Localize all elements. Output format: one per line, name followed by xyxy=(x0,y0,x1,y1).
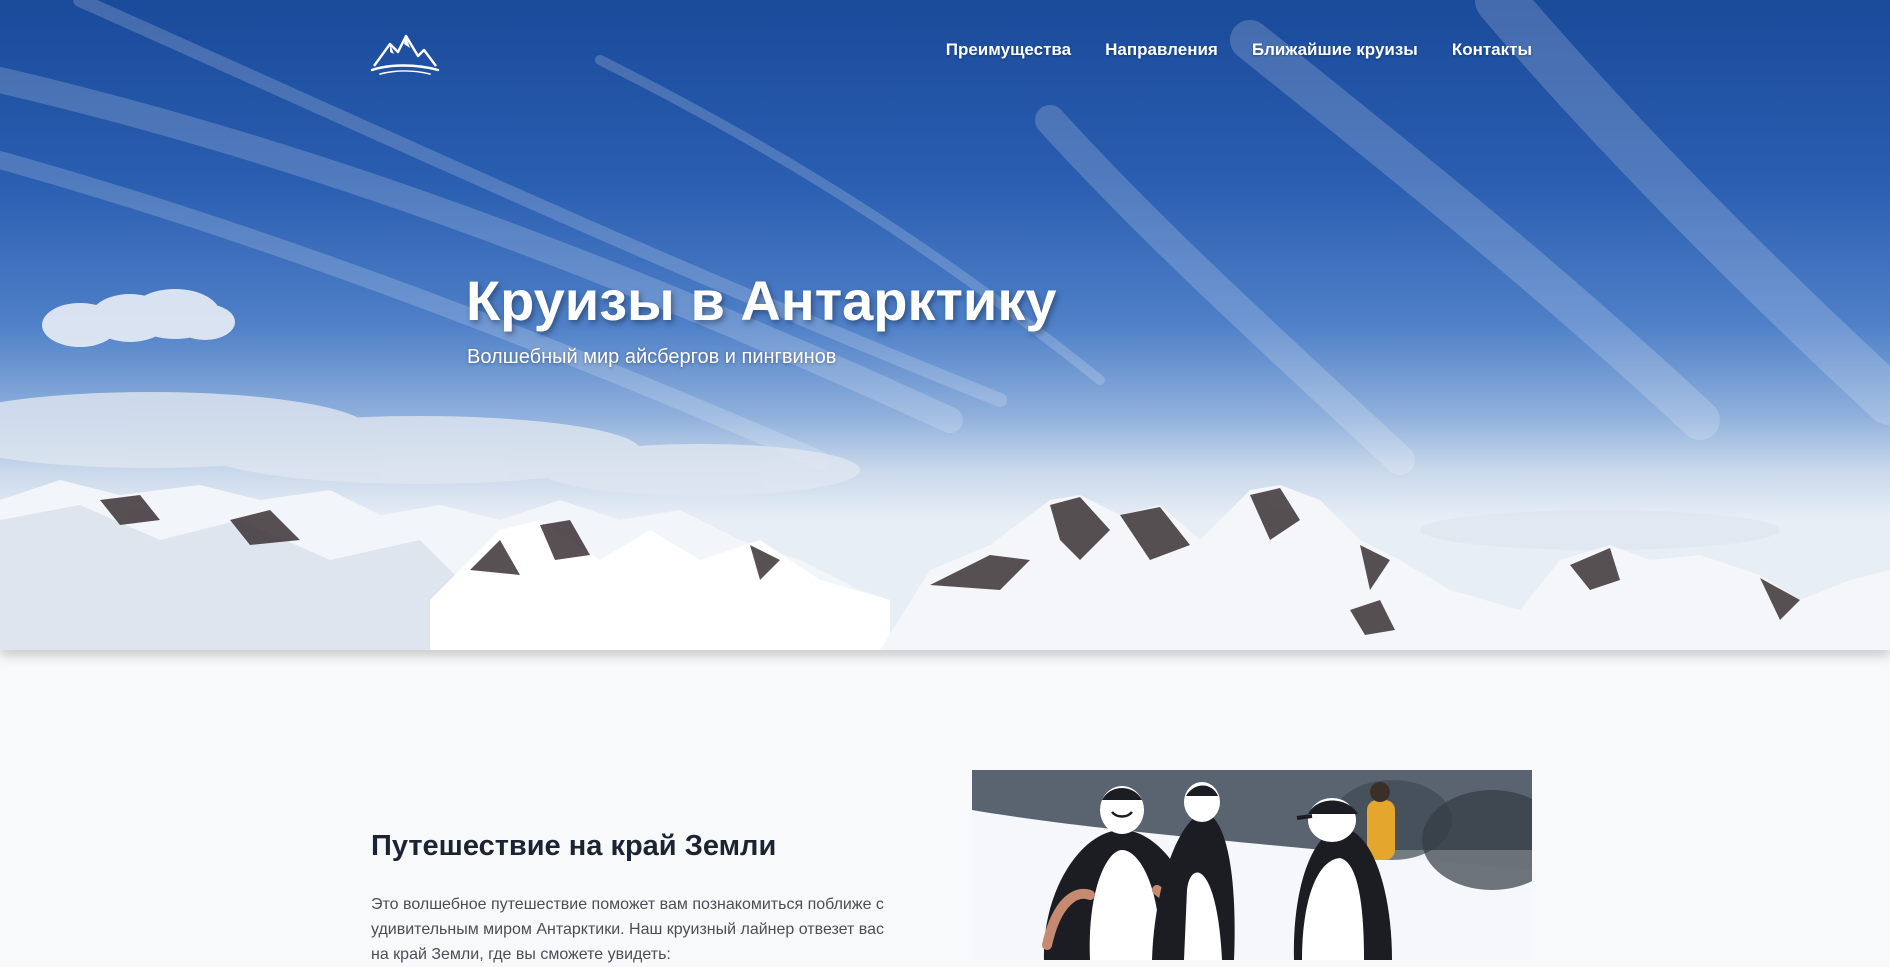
hero-title: Круизы в Антарктику xyxy=(466,269,1057,332)
about-section-title: Путешествие на край Земли xyxy=(371,830,777,862)
hero-subtitle: Волшебный мир айсбергов и пингвинов xyxy=(467,346,837,368)
nav-link-contacts[interactable]: Контакты xyxy=(1452,40,1532,60)
hero-section: Преимущества Направления Ближайшие круиз… xyxy=(0,0,1890,650)
nav-link-destinations[interactable]: Направления xyxy=(1105,40,1218,60)
nav-link-advantages[interactable]: Преимущества xyxy=(946,40,1071,60)
nav-link-upcoming-cruises[interactable]: Ближайшие круизы xyxy=(1252,40,1418,60)
about-section-text: Это волшебное путешествие поможет вам по… xyxy=(371,896,885,963)
main-nav: Преимущества Направления Ближайшие круиз… xyxy=(946,40,1532,60)
mountains-logo-icon[interactable] xyxy=(370,30,440,76)
penguins-photo xyxy=(972,770,1532,960)
